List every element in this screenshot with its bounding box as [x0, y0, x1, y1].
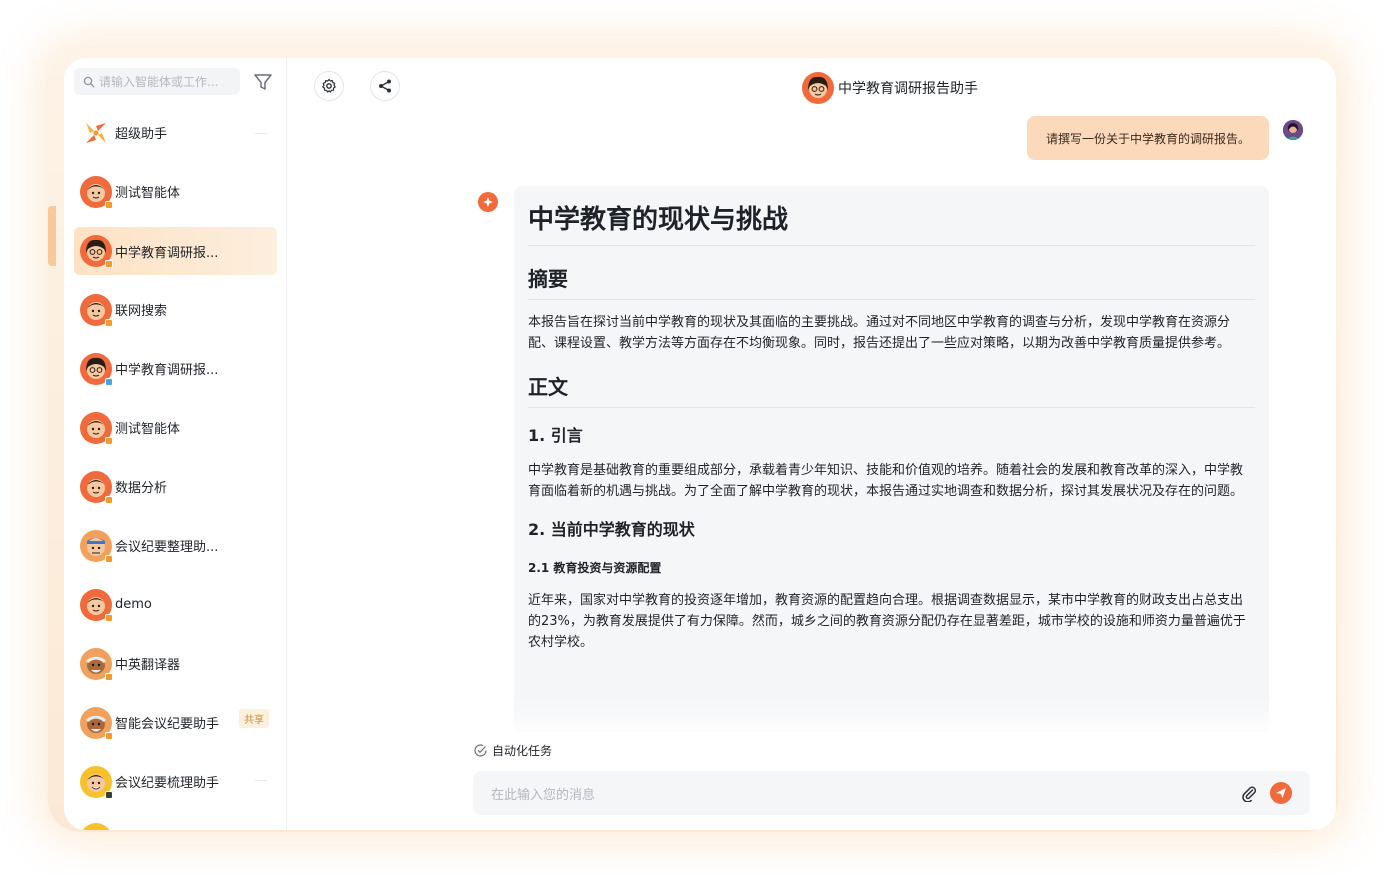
divider	[255, 133, 267, 134]
agent-item-test-agent[interactable]: 测试智能体	[74, 162, 277, 221]
sub-heading: 2.1 教育投资与资源配置	[528, 561, 662, 575]
assistant-answer: 中学教育的现状与挑战 摘要 本报告旨在探讨当前中学教育的现状及其面临的主要挑战。…	[514, 186, 1269, 732]
agent-label: 中学教育调研报...	[115, 363, 219, 378]
chat-header: 中学教育调研报告助手	[802, 72, 978, 104]
message-input[interactable]: 在此输入您的消息	[473, 771, 1310, 815]
agent-list: 超级助手 测试智能体 中学教育调研报... 联网搜索 中学教育调研报... 测试…	[74, 103, 277, 830]
status-badge	[105, 377, 113, 386]
abstract-text: 本报告旨在探讨当前中学教育的现状及其面临的主要挑战。通过对不同地区中学教育的调查…	[528, 315, 1231, 351]
sidebar: 请输入智能体或工作... 超级助手 测试智能体 中学教育调研报... 联网搜索 …	[64, 58, 287, 830]
agent-item-education-report-active[interactable]: 中学教育调研报...	[74, 227, 277, 275]
user-message-bubble: 请撰写一份关于中学教育的调研报告。	[1027, 116, 1269, 160]
status-badge	[105, 672, 113, 681]
chat-main: 中学教育调研报告助手 请撰写一份关于中学教育的调研报告。 中学教育的现状与挑战 …	[287, 58, 1336, 830]
agent-item-meeting-notes[interactable]: 会议纪要整理助...	[74, 516, 277, 575]
scroll-fade	[514, 698, 1269, 738]
status-badge	[105, 260, 113, 268]
send-button[interactable]	[1270, 782, 1292, 804]
assistant-avatar-icon	[478, 192, 498, 212]
gear-icon	[322, 78, 336, 93]
agent-item-partial[interactable]	[74, 811, 277, 830]
cartoon-old-man-avatar-icon	[80, 706, 113, 740]
share-button[interactable]	[370, 71, 400, 101]
status-badge	[105, 731, 113, 740]
intro-heading: 1. 引言	[528, 426, 583, 445]
cartoon-man-avatar-icon	[80, 175, 113, 209]
cartoon-man-avatar-icon	[80, 588, 113, 622]
agent-label: demo	[115, 597, 152, 612]
status-badge	[105, 436, 113, 445]
page-title: 中学教育调研报告助手	[838, 81, 978, 97]
agent-item-translator[interactable]: 中英翻译器	[74, 634, 277, 693]
app-window: 请输入智能体或工作... 超级助手 测试智能体 中学教育调研报... 联网搜索 …	[64, 58, 1336, 830]
agent-label: 测试智能体	[115, 186, 181, 201]
filter-icon[interactable]	[252, 71, 274, 93]
agent-label: 超级助手	[115, 127, 168, 142]
agent-label: 测试智能体	[115, 422, 181, 437]
agent-item-data-analysis[interactable]: 数据分析	[74, 457, 277, 516]
settings-button[interactable]	[314, 71, 344, 101]
divider	[255, 780, 267, 781]
cartoon-woman-glasses-avatar-icon	[80, 352, 113, 386]
agent-label: 中英翻译器	[115, 658, 181, 673]
sidebar-collapse-handle[interactable]	[48, 206, 56, 266]
send-icon	[1276, 788, 1286, 798]
agent-label: 中学教育调研报...	[115, 245, 219, 261]
agent-item-test-agent-2[interactable]: 测试智能体	[74, 398, 277, 457]
agent-label: 会议纪要整理助...	[115, 540, 219, 555]
agent-label: 会议纪要梳理助手	[115, 776, 220, 791]
automation-task-label: 自动化任务	[492, 744, 553, 758]
status-badge	[105, 318, 113, 327]
cartoon-yellow-man-avatar-icon	[80, 823, 112, 830]
search-input[interactable]: 请输入智能体或工作...	[74, 68, 240, 95]
agent-item-super-assistant[interactable]: 超级助手	[74, 103, 277, 162]
status-badge	[105, 613, 113, 622]
agent-item-smart-meeting-notes[interactable]: 智能会议纪要助手 共享	[74, 693, 277, 752]
cartoon-yellow-man-avatar-icon	[80, 765, 113, 799]
agent-item-meeting-notes-organizer[interactable]: 会议纪要梳理助手	[74, 752, 277, 811]
status-badge	[105, 200, 113, 209]
search-icon	[83, 76, 95, 87]
cartoon-blue-man-avatar-icon	[80, 529, 113, 563]
shared-badge: 共享	[239, 709, 269, 728]
agent-item-education-report[interactable]: 中学教育调研报...	[74, 339, 277, 398]
super-assistant-logo-icon	[80, 117, 112, 149]
message-input-placeholder: 在此输入您的消息	[491, 787, 596, 803]
cartoon-woman-glasses-avatar-icon	[80, 235, 113, 268]
status-badge	[105, 554, 113, 563]
agent-label: 联网搜索	[115, 304, 168, 319]
answer-title: 中学教育的现状与挑战	[528, 200, 1255, 246]
check-circle-icon	[474, 744, 487, 757]
intro-text: 中学教育是基础教育的重要组成部分，承载着青少年知识、技能和价值观的培养。随着社会…	[528, 463, 1244, 499]
share-icon	[379, 79, 391, 93]
automation-task-button[interactable]: 自动化任务	[473, 742, 552, 759]
sub-text: 近年来，国家对中学教育的投资逐年增加，教育资源的配置趋向合理。根据调查数据显示，…	[528, 593, 1246, 650]
search-placeholder: 请输入智能体或工作...	[99, 75, 219, 89]
cartoon-man-avatar-icon	[80, 411, 113, 445]
status-heading: 2. 当前中学教育的现状	[528, 520, 695, 539]
cartoon-man-avatar-icon	[80, 470, 113, 504]
agent-item-demo[interactable]: demo	[74, 575, 277, 634]
agent-label: 数据分析	[115, 481, 168, 496]
section-heading-body: 正文	[528, 372, 1255, 408]
status-badge	[105, 495, 113, 504]
agent-label: 智能会议纪要助手	[115, 717, 220, 732]
section-heading-abstract: 摘要	[528, 264, 1255, 300]
status-badge	[105, 790, 113, 799]
user-avatar[interactable]	[1283, 120, 1303, 140]
paperclip-icon[interactable]	[1240, 784, 1258, 802]
cartoon-woman-glasses-avatar-icon	[802, 72, 834, 104]
agent-item-web-search[interactable]: 联网搜索	[74, 280, 277, 339]
cartoon-man-avatar-icon	[80, 293, 113, 327]
user-message-text: 请撰写一份关于中学教育的调研报告。	[1045, 131, 1250, 146]
cartoon-old-man-avatar-icon	[80, 647, 113, 681]
